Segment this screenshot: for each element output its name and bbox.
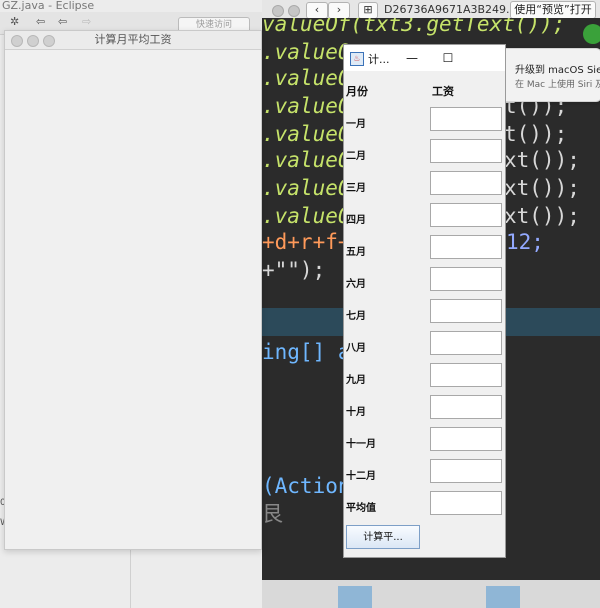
back-icon[interactable]: ⇦ — [36, 15, 45, 28]
debug-icon[interactable]: ✲ — [10, 15, 19, 28]
month-label: 六月 — [346, 279, 366, 290]
salary-input-mar[interactable] — [430, 171, 502, 195]
average-label: 平均值 — [346, 503, 376, 514]
salary-window-title: 计... — [368, 53, 390, 66]
month-label: 七月 — [346, 311, 366, 322]
code-line: .valueO — [262, 176, 351, 200]
code-line: +d+r+f+ — [262, 230, 351, 254]
salary-titlebar: ♨ 计... — ☐ — [344, 45, 505, 71]
code-line: t()); — [504, 122, 568, 146]
bottom-strip — [262, 580, 600, 608]
salary-input-jul[interactable] — [430, 299, 502, 323]
salary-input-dec[interactable] — [430, 459, 502, 483]
notification-title: 升级到 macOS Sierra — [515, 65, 600, 76]
month-label: 四月 — [346, 215, 366, 226]
left-frame-titlebar: 计算月平均工资 — [5, 31, 261, 50]
code-line: .valueO — [262, 66, 351, 90]
salary-input-feb[interactable] — [430, 139, 502, 163]
salary-input-may[interactable] — [430, 235, 502, 259]
month-label: 九月 — [346, 375, 366, 386]
preview-title: D26736A9671A3B249... — [384, 3, 517, 16]
code-line: (Action — [262, 474, 351, 498]
code-line: valueOf(txt3.getText()); — [262, 18, 566, 36]
code-line: ing[] a — [262, 340, 351, 364]
nav-back-button[interactable]: ‹ — [306, 2, 328, 19]
salary-input-sep[interactable] — [430, 363, 502, 387]
code-line: .valueO — [262, 40, 351, 64]
header-salary: 工资 — [432, 85, 454, 98]
salary-input-jun[interactable] — [430, 267, 502, 291]
month-label: 十月 — [346, 407, 366, 418]
java-app-icon: ♨ — [350, 52, 364, 66]
grid-view-icon[interactable]: ⊞ — [358, 2, 378, 19]
left-frame-window: 计算月平均工资 — [4, 30, 262, 550]
minimize-icon[interactable] — [27, 35, 39, 47]
average-output[interactable] — [430, 491, 502, 515]
month-label: 二月 — [346, 151, 366, 162]
code-line: xt()); — [504, 148, 580, 172]
nav-forward-button[interactable]: › — [328, 2, 350, 19]
month-label: 八月 — [346, 343, 366, 354]
salary-input-aug[interactable] — [430, 331, 502, 355]
minimize-button[interactable]: — — [402, 49, 422, 67]
code-line: xt()); — [504, 204, 580, 228]
code-line: .valueO — [262, 94, 351, 118]
month-label: 五月 — [346, 247, 366, 258]
month-label: 三月 — [346, 183, 366, 194]
maximize-button[interactable]: ☐ — [438, 49, 458, 67]
salary-input-apr[interactable] — [430, 203, 502, 227]
bottom-tab[interactable] — [338, 586, 372, 608]
minimize-icon[interactable] — [288, 5, 300, 17]
salary-input-oct[interactable] — [430, 395, 502, 419]
code-line: .valueO — [262, 148, 351, 172]
code-line: 12; — [506, 230, 544, 254]
month-label: 十二月 — [346, 471, 376, 482]
bottom-tab[interactable] — [486, 586, 520, 608]
month-label: 一月 — [346, 119, 366, 130]
left-frame-title: 计算月平均工资 — [94, 33, 172, 46]
eclipse-lower-area — [0, 548, 265, 608]
salary-input-nov[interactable] — [430, 427, 502, 451]
header-month: 月份 — [346, 85, 368, 98]
code-line: .valueO — [262, 122, 351, 146]
zoom-icon[interactable] — [43, 35, 55, 47]
close-icon[interactable] — [272, 5, 284, 17]
close-icon[interactable] — [11, 35, 23, 47]
salary-window: ♨ 计... — ☐ 月份 工资 一月 二月 三月 四月 五月 六月 七月 八月… — [343, 44, 506, 558]
open-with-preview-button[interactable]: 使用“预览”打开 — [510, 1, 596, 19]
month-label: 十一月 — [346, 439, 376, 450]
calculate-average-button[interactable]: 计算平... — [346, 525, 420, 549]
code-line: +""); — [262, 258, 326, 282]
back-dropdown-icon[interactable]: ⇦ — [58, 15, 67, 28]
code-line: 艮 — [262, 502, 283, 526]
eclipse-title: GZ.java - Eclipse — [2, 0, 95, 12]
code-line: .valueO — [262, 204, 351, 228]
salary-input-jan[interactable] — [430, 107, 502, 131]
divider — [130, 548, 131, 608]
code-line: xt()); — [504, 176, 580, 200]
wechat-icon[interactable] — [583, 24, 600, 44]
forward-icon[interactable]: ⇨ — [82, 15, 91, 28]
notification-body: 在 Mac 上使用 Siri 及 — [515, 80, 600, 90]
